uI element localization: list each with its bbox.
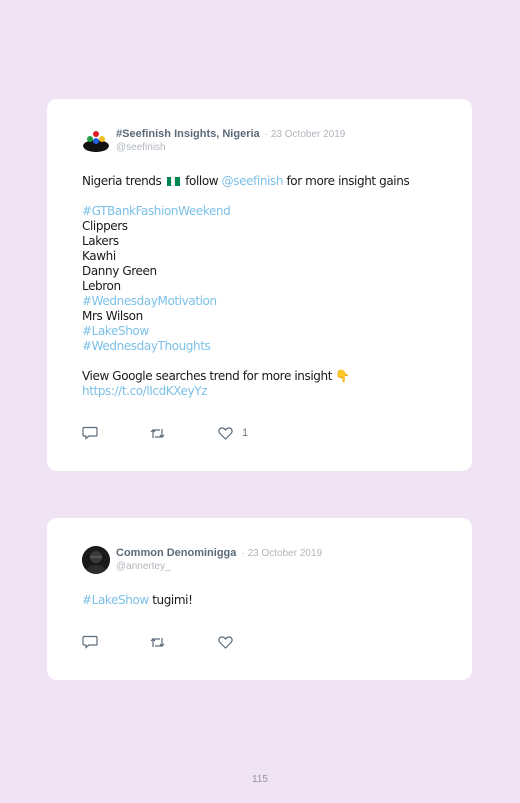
avatar[interactable] xyxy=(82,127,110,155)
tweet-line: View Google searches trend for more insi… xyxy=(82,369,472,384)
tweet-text: View Google searches trend for more insi… xyxy=(82,369,332,383)
tweet-text: Danny Green xyxy=(82,264,157,278)
tweet-text: Lakers xyxy=(82,234,119,248)
tweet-card: Common Denominigga · 23 October 2019 @an… xyxy=(47,518,472,680)
like-icon xyxy=(218,426,233,440)
tweet-text: Clippers xyxy=(82,219,128,233)
pointing-down-emoji-icon: 👇 xyxy=(335,369,350,383)
reply-icon xyxy=(82,635,98,649)
author-name[interactable]: #Seefinish Insights, Nigeria xyxy=(116,128,260,140)
nigeria-flag-icon xyxy=(166,177,180,186)
tweet-actions: 1 xyxy=(82,426,248,440)
reply-icon xyxy=(82,426,98,440)
retweet-button[interactable] xyxy=(149,427,218,440)
tweet-meta: Common Denominigga · 23 October 2019 @an… xyxy=(116,544,322,573)
tweet-text: Lebron xyxy=(82,279,121,293)
like-count: 1 xyxy=(242,427,249,439)
tweet-date[interactable]: · 23 October 2019 xyxy=(241,548,322,559)
tweet-meta: #Seefinish Insights, Nigeria · 23 Octobe… xyxy=(116,125,345,154)
reply-button[interactable] xyxy=(82,426,149,440)
author-handle[interactable]: @annertey_ xyxy=(116,560,322,573)
like-button[interactable] xyxy=(218,635,233,649)
tweet-text: Nigeria trends xyxy=(82,174,162,188)
page-number: 115 xyxy=(252,774,268,785)
reply-button[interactable] xyxy=(82,635,149,649)
author-handle[interactable]: @seefinish xyxy=(116,141,345,154)
tweet-header: #Seefinish Insights, Nigeria · 23 Octobe… xyxy=(82,125,472,159)
hashtag-link[interactable]: #LakeShow xyxy=(82,324,472,339)
tweet-text: Kawhi xyxy=(82,249,116,263)
tweet-text: follow xyxy=(185,174,219,188)
avatar[interactable] xyxy=(82,546,110,574)
tweet-text: Mrs Wilson xyxy=(82,309,143,323)
tweet-card: #Seefinish Insights, Nigeria · 23 Octobe… xyxy=(47,99,472,471)
hashtag-link[interactable]: #GTBankFashionWeekend xyxy=(82,204,472,219)
tweet-text: for more insight gains xyxy=(286,174,410,188)
seefinish-logo-icon xyxy=(83,131,109,152)
url-link[interactable]: https://t.co/lIcdKXeyYz xyxy=(82,384,472,399)
like-icon xyxy=(218,635,233,649)
retweet-icon xyxy=(150,428,165,438)
hashtag-link[interactable]: #WednesdayMotivation xyxy=(82,294,472,309)
like-button[interactable]: 1 xyxy=(218,426,249,440)
retweet-icon xyxy=(150,637,165,647)
hashtag-link[interactable]: #LakeShow xyxy=(82,593,149,607)
hashtag-link[interactable]: #WednesdayThoughts xyxy=(82,339,472,354)
tweet-actions xyxy=(82,635,233,649)
tweet-header: Common Denominigga · 23 October 2019 @an… xyxy=(82,544,472,578)
tweet-text: tugimi! xyxy=(152,593,193,607)
author-name[interactable]: Common Denominigga xyxy=(116,547,236,559)
tweet-body: #LakeShow tugimi! xyxy=(82,593,472,608)
tweet-body: Nigeria trends follow @seefinish for mor… xyxy=(82,174,472,399)
mention-link[interactable]: @seefinish xyxy=(222,174,284,188)
tweet-line: #LakeShow tugimi! xyxy=(82,593,472,608)
retweet-button[interactable] xyxy=(149,636,218,649)
tweet-date[interactable]: · 23 October 2019 xyxy=(265,129,346,140)
profile-photo-icon xyxy=(82,546,110,574)
tweet-line: Nigeria trends follow @seefinish for mor… xyxy=(82,174,472,189)
